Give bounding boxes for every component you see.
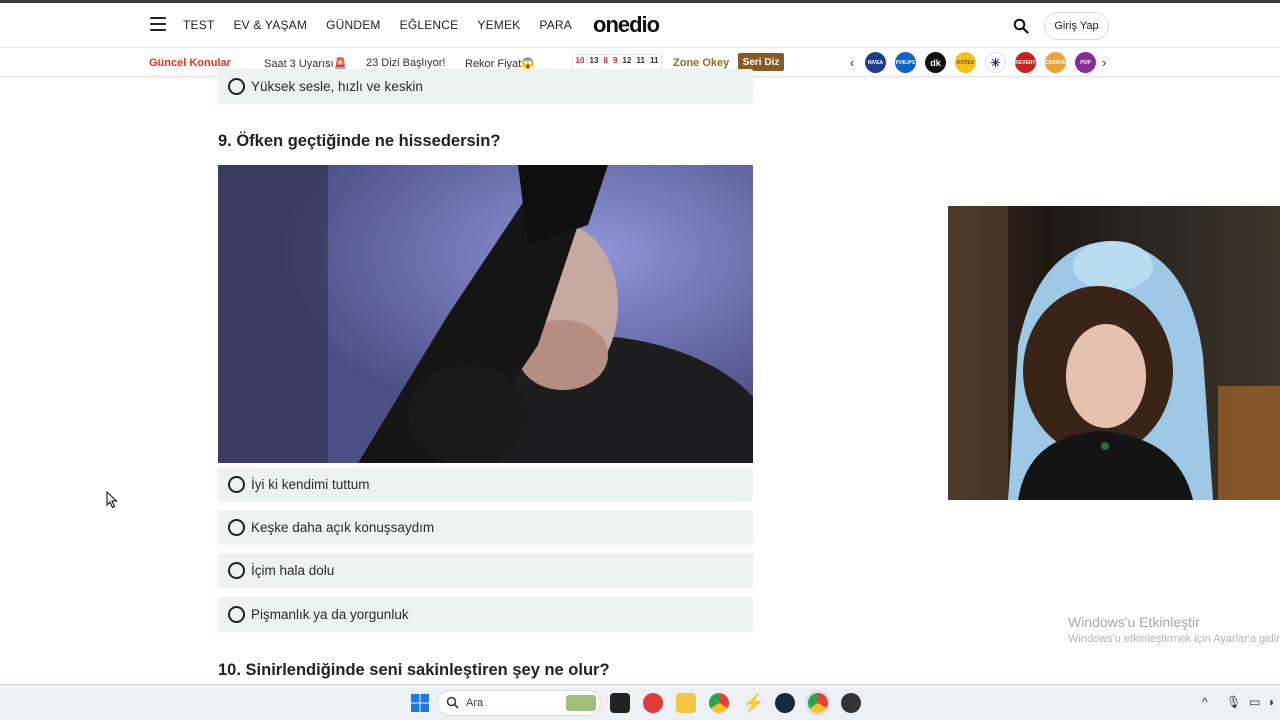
nav-link-para[interactable]: PARA <box>539 18 572 32</box>
chrome-active-icon[interactable] <box>808 693 828 713</box>
login-button[interactable]: Giriş Yap <box>1044 12 1109 40</box>
calendar-number: 9 <box>612 56 618 65</box>
site-header: TEST EV & YAŞAM GÜNDEM EĞLENCE YEMEK PAR… <box>0 3 1280 48</box>
hamburger-menu-icon[interactable] <box>150 17 166 31</box>
radio-circle-icon <box>228 562 245 579</box>
tray-chevron-up-icon[interactable]: ^ <box>1202 695 1208 709</box>
activation-watermark-title: Windows'u Etkinleştir <box>1068 614 1200 630</box>
question-image <box>218 165 753 463</box>
answer-option-label: Yüksek sesle, hızlı ve keskin <box>251 79 423 94</box>
chevron-right-icon[interactable]: › <box>1102 55 1106 70</box>
mouse-cursor-icon <box>106 490 118 514</box>
chrome-icon[interactable] <box>709 693 729 713</box>
brand-kotex-icon[interactable]: KOTEX <box>955 52 976 73</box>
brand-cerave-icon[interactable]: CERAVE <box>1045 52 1066 73</box>
microphone-icon[interactable]: 🎙 <box>1226 695 1241 709</box>
calendar-number: 10 <box>575 56 585 65</box>
calendar-number: 13 <box>589 56 599 65</box>
answer-option[interactable]: Keşke daha açık konuşsaydım <box>218 510 753 545</box>
radio-circle-icon <box>228 476 245 493</box>
answer-option-label: İyi ki kendimi tuttum <box>251 477 370 492</box>
radio-circle-icon <box>228 606 245 623</box>
brand-dk-icon[interactable]: dk <box>925 52 946 73</box>
network-icon[interactable]: ◗ <box>1268 695 1275 709</box>
file-explorer-icon[interactable] <box>676 693 696 713</box>
search-icon <box>446 696 459 714</box>
main-nav: TEST EV & YAŞAM GÜNDEM EĞLENCE YEMEK PAR… <box>183 18 591 32</box>
lightning-app-icon[interactable]: ⚡ <box>742 693 764 713</box>
nav-link-yemek[interactable]: YEMEK <box>477 18 520 32</box>
answer-option-label: Keşke daha açık konuşsaydım <box>251 520 435 535</box>
brand-pop-icon[interactable]: POP <box>1075 52 1096 73</box>
trending-label[interactable]: Güncel Konular <box>149 57 231 69</box>
radio-circle-icon <box>228 78 245 95</box>
site-logo[interactable]: onedio <box>593 12 660 38</box>
display-icon[interactable]: ▭ <box>1249 695 1260 709</box>
taskbar-app-icon[interactable] <box>643 693 663 713</box>
chevron-left-icon[interactable]: ‹ <box>850 55 854 70</box>
windows-taskbar: Ara ⚡ ^ 🎙 ▭ ◗ <box>0 684 1280 720</box>
brand-revery-icon[interactable]: REVERY <box>1015 52 1036 73</box>
answer-option[interactable]: İçim hala dolu <box>218 553 753 588</box>
brand-star-icon[interactable]: ✳ <box>985 52 1006 73</box>
question-title: 10. Sinirlendiğinde seni sakinleştiren ş… <box>218 661 610 679</box>
steam-icon[interactable] <box>775 693 795 713</box>
calendar-number: 11 <box>650 56 659 65</box>
answer-option[interactable]: Pişmanlık ya da yorgunluk <box>218 597 753 632</box>
nav-link-test[interactable]: TEST <box>183 18 214 32</box>
answer-option-label: Pişmanlık ya da yorgunluk <box>251 607 409 622</box>
nav-link-eglence[interactable]: EĞLENCE <box>400 18 459 32</box>
question-title: 9. Öfken geçtiğinde ne hissedersin? <box>218 132 501 150</box>
nav-link-gundem[interactable]: GÜNDEM <box>326 18 381 32</box>
radio-circle-icon <box>228 519 245 536</box>
obs-icon[interactable] <box>841 693 861 713</box>
calendar-number: 8 <box>603 56 608 65</box>
webcam-overlay <box>948 206 1280 500</box>
brand-nivea-icon[interactable]: NIVEA <box>865 52 886 73</box>
answer-option[interactable]: Yüksek sesle, hızlı ve keskin <box>218 69 753 104</box>
answer-option-label: İçim hala dolu <box>251 563 335 578</box>
zone-okey-link[interactable]: Zone Okey <box>673 57 729 69</box>
activation-watermark-subtitle: Windows'u etkinleştirmek için Ayarlar'a … <box>1068 633 1280 645</box>
taskbar-search[interactable]: Ara <box>437 690 601 716</box>
trending-item[interactable]: 23 Dizi Başlıyor! <box>366 57 445 69</box>
taskbar-search-placeholder: Ara <box>466 697 484 709</box>
search-highlight-icon <box>566 695 596 711</box>
taskbar-app-icon[interactable] <box>610 693 630 713</box>
answer-option[interactable]: İyi ki kendimi tuttum <box>218 467 753 502</box>
search-icon[interactable] <box>1013 18 1029 34</box>
nav-link-ev-yasam[interactable]: EV & YAŞAM <box>233 18 307 32</box>
calendar-number: 11 <box>636 56 645 65</box>
calendar-number: 12 <box>622 56 632 65</box>
windows-start-icon[interactable] <box>410 693 430 713</box>
brand-philips-icon[interactable]: PHILIPS <box>895 52 916 73</box>
